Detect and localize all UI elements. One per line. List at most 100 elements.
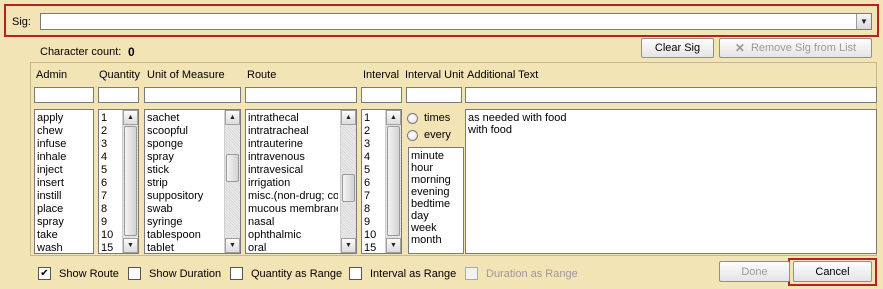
quantity-list-item[interactable]: 8 (101, 203, 120, 216)
clear-sig-button[interactable]: Clear Sig (641, 38, 714, 58)
arrow-down-icon[interactable]: ▼ (123, 238, 138, 253)
admin-list-item[interactable]: place (37, 203, 91, 216)
unit-of-measure-list-item[interactable]: tablespoon (147, 229, 222, 242)
remove-sig-button[interactable]: ✕ Remove Sig from List (719, 38, 872, 58)
admin-list-item[interactable]: instill (37, 190, 91, 203)
interval-list-item[interactable]: 6 (364, 177, 383, 190)
quantity-scroll-thumb[interactable] (124, 126, 137, 236)
additional-text-list-item[interactable]: as needed with food (468, 112, 874, 124)
route-list-item[interactable]: irrigation (248, 177, 338, 190)
interval-list-item[interactable]: 1 (364, 112, 383, 125)
interval-list-item[interactable]: 4 (364, 151, 383, 164)
unit-of-measure-list-item[interactable]: strip (147, 177, 222, 190)
route-list-item[interactable]: oral (248, 242, 338, 253)
quantity-list-item[interactable]: 15 (101, 242, 120, 253)
route-list-item[interactable]: intravesical (248, 164, 338, 177)
interval-unit-list-item[interactable]: minute (411, 150, 461, 162)
interval-list-item[interactable]: 5 (364, 164, 383, 177)
quantity-as-range-option[interactable]: Quantity as Range (230, 267, 342, 280)
admin-list-item[interactable]: wash (37, 242, 91, 253)
unit-of-measure-list-item[interactable]: suppository (147, 190, 222, 203)
route-list-item[interactable]: intrauterine (248, 138, 338, 151)
interval-list-item[interactable]: 10 (364, 229, 383, 242)
unit-of-measure-list-item[interactable]: stick (147, 164, 222, 177)
arrow-up-icon[interactable]: ▲ (225, 110, 240, 125)
route-list-item[interactable]: intravenous (248, 151, 338, 164)
every-radio[interactable] (407, 129, 418, 141)
additional-text-list[interactable]: as needed with food with food (465, 109, 877, 254)
times-radio[interactable] (407, 112, 418, 124)
quantity-list-item[interactable]: 5 (101, 164, 120, 177)
interval-list-item[interactable]: 7 (364, 190, 383, 203)
times-radio-option[interactable]: times (407, 111, 450, 125)
admin-list-item[interactable]: take (37, 229, 91, 242)
arrow-down-icon[interactable]: ▼ (225, 238, 240, 253)
chevron-down-icon[interactable]: ▼ (856, 14, 871, 29)
route-scroll-thumb[interactable] (342, 174, 355, 202)
interval-list-item[interactable]: 2 (364, 125, 383, 138)
unit-of-measure-scroll-thumb[interactable] (226, 154, 239, 182)
unit-of-measure-list-item[interactable]: swab (147, 203, 222, 216)
interval-list-item[interactable]: 8 (364, 203, 383, 216)
arrow-down-icon[interactable]: ▼ (386, 238, 401, 253)
quantity-list-item[interactable]: 6 (101, 177, 120, 190)
interval-unit-list-item[interactable]: hour (411, 162, 461, 174)
unit-of-measure-scrollbar[interactable]: ▲ ▼ (224, 110, 240, 253)
quantity-filter-input[interactable] (98, 87, 139, 103)
quantity-list-item[interactable]: 3 (101, 138, 120, 151)
interval-list[interactable]: 1 2 3 4 5 6 7 8 9 10 15 ▲ ▼ (361, 109, 402, 254)
quantity-list[interactable]: 1 2 3 4 5 6 7 8 9 10 15 ▲ ▼ (98, 109, 139, 254)
route-filter-input[interactable] (245, 87, 357, 103)
interval-unit-list-item[interactable]: day (411, 210, 461, 222)
admin-filter-input[interactable] (34, 87, 94, 103)
interval-list-item[interactable]: 15 (364, 242, 383, 253)
quantity-list-item[interactable]: 7 (101, 190, 120, 203)
interval-filter-input[interactable] (361, 87, 402, 103)
show-duration-option[interactable]: Show Duration (128, 267, 221, 280)
admin-list-item[interactable]: infuse (37, 138, 91, 151)
route-list-item[interactable]: nasal (248, 216, 338, 229)
unit-of-measure-list-item[interactable]: syringe (147, 216, 222, 229)
interval-unit-list-item[interactable]: month (411, 234, 461, 246)
interval-unit-list-item[interactable]: week (411, 222, 461, 234)
interval-as-range-option[interactable]: Interval as Range (349, 267, 456, 280)
quantity-list-item[interactable]: 9 (101, 216, 120, 229)
unit-of-measure-list-item[interactable]: sachet (147, 112, 222, 125)
admin-list-item[interactable]: chew (37, 125, 91, 138)
sig-combobox[interactable]: ▼ (40, 13, 872, 30)
quantity-list-item[interactable]: 4 (101, 151, 120, 164)
cancel-button[interactable]: Cancel (793, 261, 872, 282)
show-route-checkbox[interactable]: ✔ (38, 267, 51, 280)
arrow-up-icon[interactable]: ▲ (386, 110, 401, 125)
route-scrollbar[interactable]: ▲ ▼ (340, 110, 356, 253)
arrow-up-icon[interactable]: ▲ (341, 110, 356, 125)
route-list[interactable]: intrathecal intratracheal intrauterine intr… (245, 109, 357, 254)
route-list-item[interactable]: misc.(non-drug; con (248, 190, 338, 203)
interval-unit-list-item[interactable]: bedtime (411, 198, 461, 210)
interval-unit-filter-input[interactable] (406, 87, 462, 103)
interval-unit-list-item[interactable]: evening (411, 186, 461, 198)
interval-unit-list[interactable]: minute hour morning evening bedtime day week mo… (408, 147, 464, 254)
additional-text-list-item[interactable]: with food (468, 124, 874, 136)
unit-of-measure-list[interactable]: sachet scoopful sponge spray stick strip suppo… (144, 109, 241, 254)
unit-of-measure-list-item[interactable]: tablet (147, 242, 222, 253)
interval-as-range-checkbox[interactable] (349, 267, 362, 280)
unit-of-measure-list-item[interactable]: sponge (147, 138, 222, 151)
admin-list[interactable]: apply chew infuse inhale inject insert instill… (34, 109, 94, 254)
show-route-option[interactable]: ✔ Show Route (38, 267, 119, 280)
arrow-up-icon[interactable]: ▲ (123, 110, 138, 125)
route-list-item[interactable]: ophthalmic (248, 229, 338, 242)
quantity-list-item[interactable]: 1 (101, 112, 120, 125)
interval-list-item[interactable]: 9 (364, 216, 383, 229)
route-list-item[interactable]: intrathecal (248, 112, 338, 125)
unit-of-measure-list-item[interactable]: spray (147, 151, 222, 164)
admin-list-item[interactable]: inject (37, 164, 91, 177)
interval-unit-list-item[interactable]: morning (411, 174, 461, 186)
admin-list-item[interactable]: apply (37, 112, 91, 125)
additional-text-filter-input[interactable] (465, 87, 877, 103)
admin-list-item[interactable]: inhale (37, 151, 91, 164)
admin-list-item[interactable]: insert (37, 177, 91, 190)
route-list-item[interactable]: mucous membrane (248, 203, 338, 216)
route-list-item[interactable]: intratracheal (248, 125, 338, 138)
interval-scroll-thumb[interactable] (387, 126, 400, 236)
